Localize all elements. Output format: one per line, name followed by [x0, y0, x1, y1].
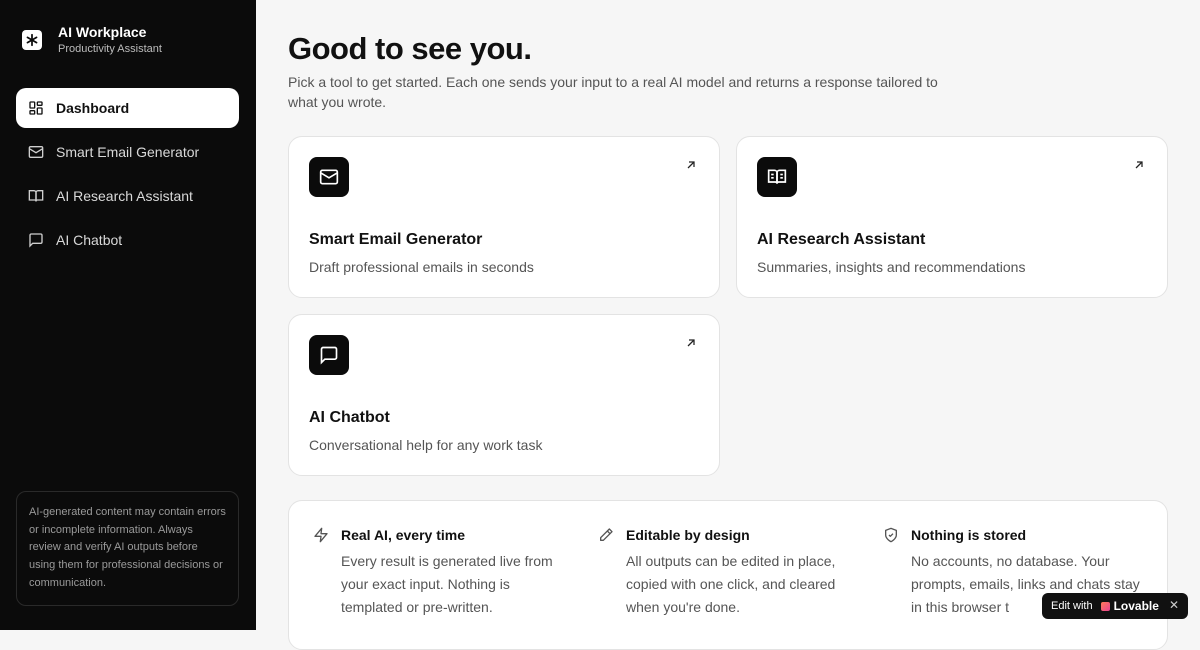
sidebar-item-dashboard[interactable]: Dashboard — [16, 88, 239, 128]
page-intro: Pick a tool to get started. Each one sen… — [288, 74, 938, 110]
message-square-icon — [28, 232, 44, 248]
card-description: Draft professional emails in seconds — [309, 259, 534, 275]
tool-card-ai-research-assistant[interactable]: AI Research Assistant Summaries, insight… — [736, 136, 1168, 298]
card-description: Summaries, insights and recommendations — [757, 259, 1026, 275]
sidebar-item-label: AI Research Assistant — [56, 188, 193, 204]
brand[interactable]: AI Workplace Productivity Assistant — [22, 24, 162, 56]
arrow-up-right-icon — [685, 159, 697, 171]
zap-icon — [313, 527, 329, 543]
mail-icon — [28, 144, 44, 160]
tool-card-ai-chatbot[interactable]: AI Chatbot Conversational help for any w… — [288, 314, 720, 476]
badge-prefix: Edit with — [1051, 600, 1093, 612]
sidebar: AI Workplace Productivity Assistant Dash… — [0, 0, 256, 630]
sidebar-item-label: Smart Email Generator — [56, 144, 200, 160]
feature-title: Real AI, every time — [341, 527, 465, 543]
page-title: Good to see you. — [288, 31, 532, 66]
shield-check-icon — [883, 527, 899, 543]
sidebar-item-label: AI Chatbot — [56, 232, 123, 248]
sidebar-item-ai-chatbot[interactable]: AI Chatbot — [16, 220, 239, 260]
feature-text: All outputs can be edited in place, copi… — [626, 553, 836, 615]
message-square-icon — [309, 335, 349, 375]
feature-title: Editable by design — [626, 527, 750, 543]
tool-card-smart-email-generator[interactable]: Smart Email Generator Draft professional… — [288, 136, 720, 298]
badge-brand: Lovable — [1113, 599, 1159, 613]
sidebar-item-smart-email-generator[interactable]: Smart Email Generator — [16, 132, 239, 172]
features-panel: Real AI, every time Every result is gene… — [288, 500, 1168, 650]
dashboard-grid-icon — [28, 100, 44, 116]
pencil-icon — [598, 527, 614, 543]
card-title: AI Research Assistant — [757, 231, 926, 248]
arrow-up-right-icon — [1133, 159, 1145, 171]
card-title: Smart Email Generator — [309, 231, 483, 248]
book-open-icon — [28, 188, 44, 204]
sidebar-item-label: Dashboard — [56, 100, 130, 116]
brand-title: AI Workplace — [58, 24, 147, 40]
lovable-logo-icon — [1100, 601, 1110, 611]
feature-text: Every result is generated live from your… — [341, 553, 553, 615]
edit-with-lovable-badge[interactable]: Edit with Lovable ✕ — [1042, 593, 1188, 619]
ai-disclaimer: AI-generated content may contain errors … — [16, 491, 239, 606]
arrow-up-right-icon — [685, 337, 697, 349]
card-description: Conversational help for any work task — [309, 437, 543, 453]
sidebar-item-ai-research-assistant[interactable]: AI Research Assistant — [16, 176, 239, 216]
card-title: AI Chatbot — [309, 409, 390, 426]
close-icon[interactable]: ✕ — [1169, 598, 1179, 612]
asterisk-icon — [22, 30, 42, 50]
sidebar-nav: Dashboard Smart Email Generator AI Resea… — [16, 88, 239, 264]
brand-subtitle: Productivity Assistant — [58, 43, 162, 55]
mail-icon — [309, 157, 349, 197]
book-open-icon — [757, 157, 797, 197]
feature-title: Nothing is stored — [911, 527, 1027, 543]
